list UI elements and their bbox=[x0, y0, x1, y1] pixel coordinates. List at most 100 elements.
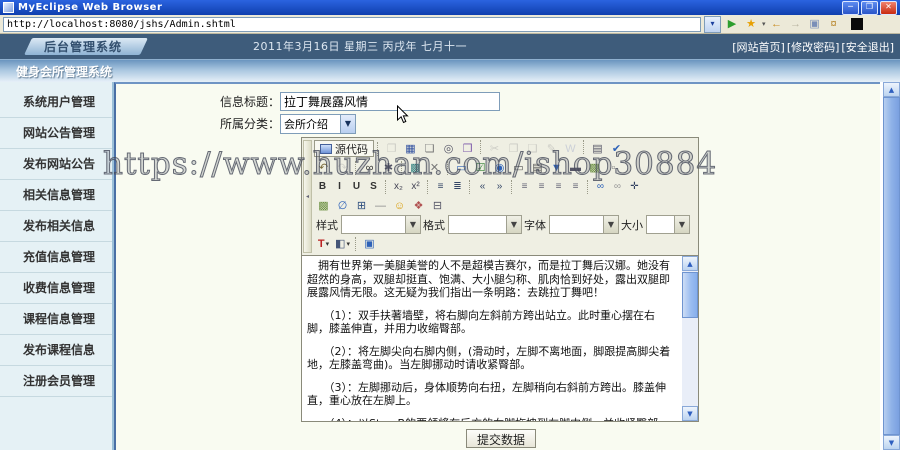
source-button[interactable]: 源代码 bbox=[314, 140, 374, 157]
copy-button[interactable]: ❐ bbox=[504, 140, 523, 157]
button-field-button[interactable]: ▬ bbox=[566, 159, 585, 176]
subscript-button[interactable]: x₂ bbox=[390, 178, 407, 195]
info-title-input[interactable] bbox=[280, 92, 500, 111]
underline-button[interactable]: U bbox=[348, 178, 365, 195]
window-title: MyEclipse Web Browser bbox=[18, 2, 163, 13]
window-icon[interactable]: ▣ bbox=[807, 17, 823, 32]
bold-button[interactable]: B bbox=[314, 178, 331, 195]
redo-button[interactable]: ↷ bbox=[333, 159, 352, 176]
align-right-button[interactable]: ≡ bbox=[550, 178, 567, 195]
undo-button[interactable]: ↶ bbox=[314, 159, 333, 176]
smiley-button[interactable]: ☺ bbox=[390, 197, 409, 214]
unlink-button[interactable]: ∞ bbox=[609, 178, 626, 195]
editor-paragraph: （1）：双手扶著墙壁，将右脚向左斜前方跨出站立。此时重心摆在右脚，膝盖伸直，并用… bbox=[307, 308, 655, 336]
superscript-button[interactable]: x² bbox=[407, 178, 424, 195]
indent-button[interactable]: » bbox=[491, 178, 508, 195]
sidebar-item-recharge-info-manage[interactable]: 充值信息管理 bbox=[0, 242, 112, 273]
templates-button[interactable]: ❒ bbox=[458, 140, 477, 157]
save-button[interactable]: ▦ bbox=[401, 140, 420, 157]
replace-button[interactable]: ✱ bbox=[379, 159, 398, 176]
forward-button[interactable]: → bbox=[788, 17, 804, 32]
paste-text-button[interactable]: ✎ bbox=[542, 140, 561, 157]
new-page-button[interactable]: ❏ bbox=[420, 140, 439, 157]
scroll-up-icon[interactable]: ▲ bbox=[883, 82, 900, 97]
scroll-up-icon[interactable]: ▲ bbox=[682, 256, 698, 271]
link-site-home[interactable]: [网站首页] bbox=[732, 39, 785, 55]
page-break-button[interactable]: ⊟ bbox=[428, 197, 447, 214]
checkbox-button[interactable]: ☑ bbox=[471, 159, 490, 176]
spellcheck-button[interactable]: ✔ bbox=[607, 140, 626, 157]
preview-button[interactable]: ◎ bbox=[439, 140, 458, 157]
scroll-down-icon[interactable]: ▼ bbox=[682, 406, 698, 421]
toolbar-collapse-handle[interactable]: ◂ bbox=[303, 140, 312, 253]
strikethrough-button[interactable]: S bbox=[365, 178, 382, 195]
text-color-button[interactable]: T ▾ bbox=[314, 235, 333, 252]
scrollbar-track[interactable] bbox=[682, 318, 698, 406]
image-button[interactable]: ▩ bbox=[314, 197, 333, 214]
outdent-button[interactable]: « bbox=[474, 178, 491, 195]
sidebar-item-member-manage[interactable]: 注册会员管理 bbox=[0, 366, 112, 397]
format-combo[interactable]: ▼ bbox=[448, 215, 522, 234]
maximize-button[interactable]: ❐ bbox=[861, 0, 878, 15]
font-combo[interactable]: ▼ bbox=[549, 215, 619, 234]
page-scrollbar[interactable]: ▲ ▼ bbox=[880, 82, 900, 450]
print-button[interactable]: ▤ bbox=[588, 140, 607, 157]
textarea-button[interactable]: ▤ bbox=[528, 159, 547, 176]
sidebar-item-publish-course-info[interactable]: 发布课程信息 bbox=[0, 335, 112, 366]
sidebar-item-related-info-manage[interactable]: 相关信息管理 bbox=[0, 180, 112, 211]
address-dropdown-icon[interactable]: ▾ bbox=[704, 15, 721, 33]
align-left-button[interactable]: ≡ bbox=[516, 178, 533, 195]
form-button[interactable]: ▭ bbox=[452, 159, 471, 176]
table-button[interactable]: ⊞ bbox=[352, 197, 371, 214]
editor-text-area[interactable]: 拥有世界第一美腿美誉的人不是超模吉赛尔，而是拉丁舞后汉娜。她没有超然的身高，双腿… bbox=[302, 255, 698, 421]
ordered-list-button[interactable]: ≡ bbox=[432, 178, 449, 195]
link-button[interactable]: ∞ bbox=[592, 178, 609, 195]
anchor-button[interactable]: ✛ bbox=[626, 178, 643, 195]
sidebar-item-system-users[interactable]: 系统用户管理 bbox=[0, 87, 112, 118]
sidebar-item-announcement-manage[interactable]: 网站公告管理 bbox=[0, 118, 112, 149]
select-all-button[interactable]: ▩ bbox=[406, 159, 425, 176]
size-combo[interactable]: ▼ bbox=[646, 215, 690, 234]
back-button[interactable]: ← bbox=[769, 17, 785, 32]
sidebar-item-publish-announcement[interactable]: 发布网站公告 bbox=[0, 149, 112, 180]
style-combo[interactable]: ▼ bbox=[341, 215, 421, 234]
select-field-button[interactable]: ▼ bbox=[547, 159, 566, 176]
sidebar-item-publish-related-info[interactable]: 发布相关信息 bbox=[0, 211, 112, 242]
align-justify-button[interactable]: ≡ bbox=[567, 178, 584, 195]
radio-button[interactable]: ◉ bbox=[490, 159, 509, 176]
paste-word-button[interactable]: W bbox=[561, 140, 580, 157]
page-scrollbar-thumb[interactable] bbox=[883, 97, 900, 435]
chevron-down-icon[interactable]: ▼ bbox=[340, 114, 355, 133]
horizontal-rule-button[interactable]: — bbox=[371, 197, 390, 214]
fit-window-button[interactable]: ▣ bbox=[360, 235, 379, 252]
text-field-button[interactable]: ▭ bbox=[509, 159, 528, 176]
editor-scrollbar[interactable]: ▲ ▼ bbox=[682, 256, 698, 421]
flash-button[interactable]: ∅ bbox=[333, 197, 352, 214]
sidebar-item-fee-info-manage[interactable]: 收费信息管理 bbox=[0, 273, 112, 304]
cut-button[interactable]: ✂ bbox=[485, 140, 504, 157]
go-button[interactable]: ▶ bbox=[724, 17, 740, 32]
link-change-password[interactable]: [修改密码] bbox=[787, 39, 840, 55]
remove-format-button[interactable]: ✕ bbox=[425, 159, 444, 176]
special-char-button[interactable]: ❖ bbox=[409, 197, 428, 214]
italic-button[interactable]: I bbox=[331, 178, 348, 195]
paste-button[interactable]: ❑ bbox=[523, 140, 542, 157]
image-button-button[interactable]: ▩ bbox=[585, 159, 604, 176]
find-button[interactable]: ∞ bbox=[360, 159, 379, 176]
submit-data-button[interactable]: 提交数据 bbox=[466, 429, 536, 448]
favorites-caret-icon[interactable]: ▾ bbox=[762, 20, 766, 28]
category-select[interactable]: 会所介绍 ▼ bbox=[280, 113, 356, 134]
unordered-list-button[interactable]: ≣ bbox=[449, 178, 466, 195]
favorites-icon[interactable]: ★ bbox=[743, 17, 759, 32]
link-logout[interactable]: [安全退出] bbox=[841, 39, 894, 55]
align-center-button[interactable]: ≡ bbox=[533, 178, 550, 195]
hidden-field-button[interactable]: ▫ bbox=[604, 159, 623, 176]
address-input[interactable] bbox=[3, 16, 701, 32]
docprops-button[interactable]: ❐ bbox=[382, 140, 401, 157]
bg-color-button[interactable]: ◧ ▾ bbox=[333, 235, 352, 252]
minimize-button[interactable]: ─ bbox=[842, 0, 859, 15]
close-button[interactable]: ✕ bbox=[880, 0, 897, 15]
key-icon[interactable]: ¤ bbox=[826, 17, 842, 32]
sidebar-item-course-info-manage[interactable]: 课程信息管理 bbox=[0, 304, 112, 335]
scrollbar-thumb[interactable] bbox=[682, 272, 698, 318]
